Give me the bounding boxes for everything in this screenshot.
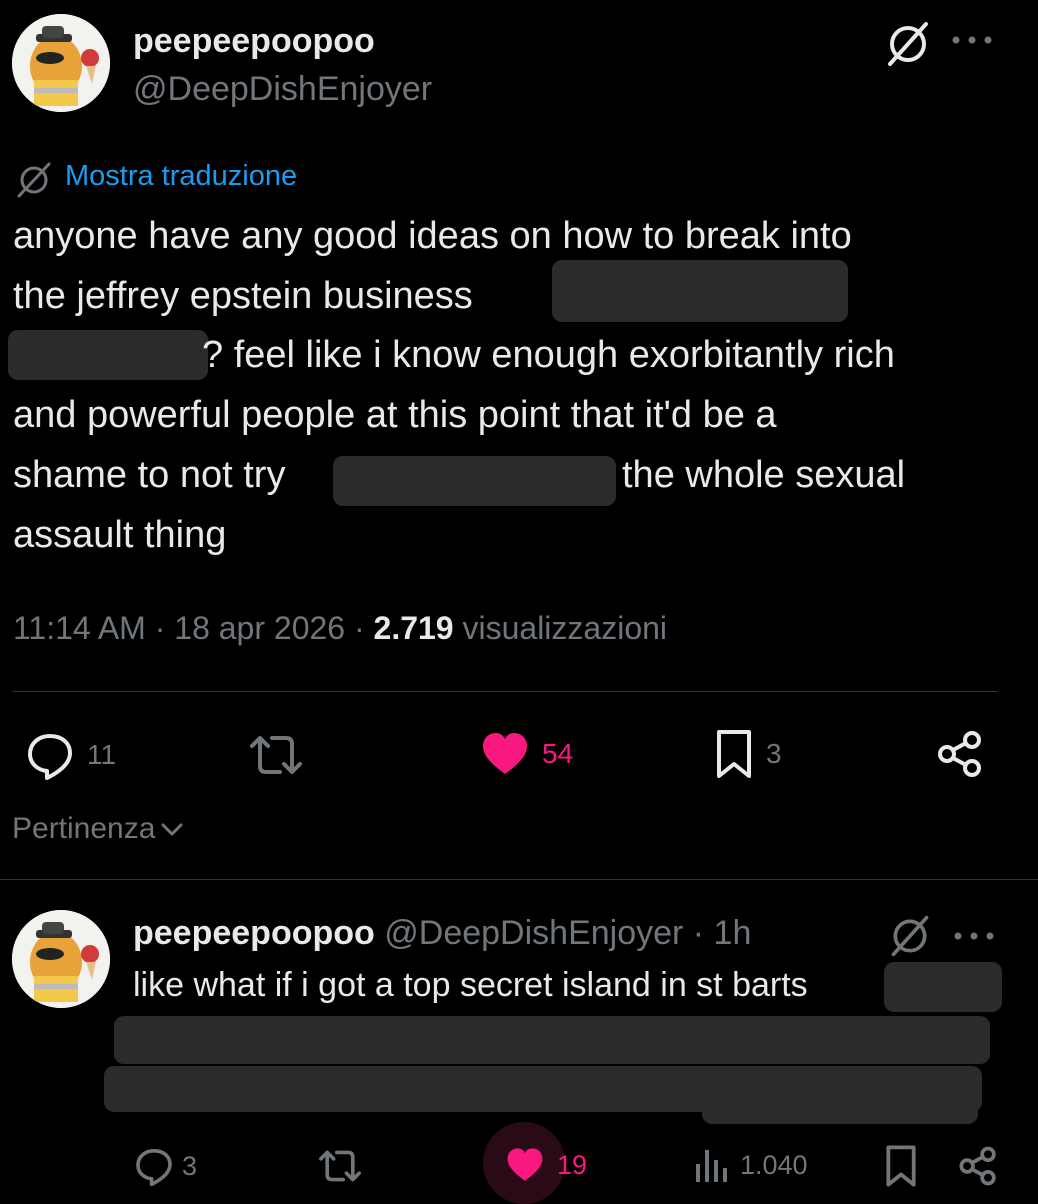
reply-icon <box>136 1149 172 1186</box>
like-button[interactable]: 54 <box>480 730 573 778</box>
like-button[interactable]: 19 <box>505 1146 587 1184</box>
author-name[interactable]: peepeepoopoo <box>133 914 375 952</box>
avatar-image <box>12 910 110 1008</box>
reply-button[interactable]: 3 <box>134 1146 197 1186</box>
tweet-text-line: shame to not try <box>13 454 286 496</box>
reply-count: 11 <box>87 739 117 770</box>
redaction-block <box>552 260 848 322</box>
reply-icon <box>28 734 72 780</box>
reply-button[interactable]: 11 <box>25 730 116 780</box>
bookmark-icon <box>717 730 751 778</box>
share-button[interactable] <box>936 730 984 778</box>
retweet-button[interactable] <box>316 1146 364 1186</box>
divider <box>12 691 998 692</box>
bookmark-button[interactable]: 3 <box>714 728 782 780</box>
views-icon <box>696 1150 727 1182</box>
translate-link[interactable]: Mostra traduzione <box>65 160 297 193</box>
views-count: 1.040 <box>740 1149 808 1180</box>
author-name[interactable]: peepeepoopoo <box>133 22 375 61</box>
retweet-button[interactable] <box>246 730 306 780</box>
redaction-block <box>333 456 616 506</box>
tweet-meta: 11:14 AM · 18 apr 2026 · 2.719 visualizz… <box>13 610 667 647</box>
reply-time[interactable]: · 1h <box>683 914 752 952</box>
chevron-down-icon <box>161 823 183 836</box>
grok-icon[interactable] <box>884 20 932 68</box>
share-icon <box>959 1146 996 1186</box>
sort-dropdown[interactable]: Pertinenza <box>12 812 185 846</box>
reply-text-line: like what if i got a top secret island i… <box>133 966 808 1004</box>
tweet-text-line: anyone have any good ideas on how to bre… <box>13 215 852 257</box>
tweet-date[interactable]: 18 apr 2026 <box>174 610 345 646</box>
redaction-block <box>8 330 208 380</box>
bookmark-button[interactable] <box>884 1144 918 1188</box>
author-handle[interactable]: @DeepDishEnjoyer <box>133 70 432 109</box>
heart-icon <box>507 1148 543 1181</box>
more-icon[interactable] <box>952 930 996 942</box>
grok-icon[interactable] <box>888 914 932 958</box>
share-icon <box>938 731 981 777</box>
tweet-text-line: assault thing <box>13 514 227 556</box>
avatar[interactable] <box>12 14 110 112</box>
avatar[interactable] <box>12 910 110 1008</box>
sort-label: Pertinenza <box>12 812 156 845</box>
bookmark-icon <box>886 1145 916 1187</box>
tweet-text-line: the whole sexual <box>622 454 906 496</box>
more-icon[interactable] <box>950 34 994 46</box>
reply-count: 3 <box>182 1150 198 1181</box>
tweet-text-line: ? feel like i know enough exorbitantly r… <box>202 334 895 376</box>
like-count: 19 <box>557 1149 588 1180</box>
views-label: visualizzazioni <box>453 610 668 646</box>
views-button[interactable]: 1.040 <box>694 1146 808 1184</box>
like-count: 54 <box>542 738 574 769</box>
redaction-block <box>884 962 1002 1012</box>
author-handle[interactable]: @DeepDishEnjoyer <box>384 914 683 952</box>
reply-header: peepeepoopoo @DeepDishEnjoyer · 1h <box>133 914 751 953</box>
meta-separator: · <box>345 610 374 646</box>
retweet-icon <box>250 736 302 774</box>
tweet-text-line: the jeffrey epstein business <box>13 275 473 317</box>
divider <box>0 879 1038 880</box>
redaction-block <box>114 1016 990 1064</box>
views-count: 2.719 <box>373 610 454 646</box>
retweet-icon <box>319 1150 361 1182</box>
heart-icon <box>483 733 527 774</box>
meta-separator: · <box>145 610 175 646</box>
share-button[interactable] <box>958 1146 998 1186</box>
avatar-image <box>12 14 110 112</box>
bookmark-count: 3 <box>766 738 782 769</box>
tweet-time[interactable]: 11:14 AM <box>13 610 146 646</box>
translate-icon <box>14 160 54 200</box>
tweet-text-line: and powerful people at this point that i… <box>13 394 777 436</box>
redaction-block <box>702 1100 978 1124</box>
